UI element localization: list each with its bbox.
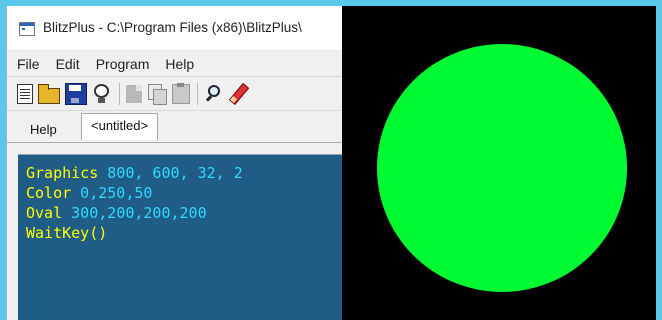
paste-icon[interactable] (172, 82, 190, 104)
menu-bar: File Edit Program Help (7, 51, 343, 77)
window-title: BlitzPlus - C:\Program Files (x86)\Blitz… (43, 20, 302, 35)
code-editor[interactable]: Graphics 800, 600, 32, 2 Color 0,250,50 … (18, 154, 349, 320)
tab-untitled[interactable]: <untitled> (81, 113, 159, 140)
code-keyword: Oval (26, 204, 63, 222)
new-file-icon[interactable] (17, 83, 33, 104)
graphics-output-window (342, 6, 656, 320)
open-folder-icon[interactable] (38, 83, 60, 104)
lightbulb-icon[interactable] (92, 83, 112, 104)
code-args: 800, 600, 32, 2 (98, 164, 243, 182)
title-bar[interactable]: BlitzPlus - C:\Program Files (x86)\Blitz… (7, 6, 343, 51)
copy-icon[interactable] (147, 83, 167, 105)
menu-file[interactable]: File (17, 56, 40, 72)
toolbar (7, 77, 343, 111)
app-icon[interactable] (19, 22, 35, 36)
code-args: 300,200,200,200 (62, 204, 207, 222)
code-keyword: WaitKey() (26, 224, 108, 242)
find-icon[interactable] (204, 84, 224, 104)
cut-icon[interactable] (126, 84, 142, 103)
save-icon[interactable] (65, 82, 87, 105)
code-keyword: Color (26, 184, 72, 202)
code-line: Color 0,250,50 (26, 183, 349, 203)
green-oval (377, 44, 627, 292)
menu-help[interactable]: Help (165, 56, 194, 72)
code-line: Oval 300,200,200,200 (26, 203, 349, 223)
tab-help[interactable]: Help (21, 119, 66, 141)
toolbar-separator (197, 82, 198, 105)
menu-edit[interactable]: Edit (56, 56, 80, 72)
code-line: Graphics 800, 600, 32, 2 (26, 163, 349, 183)
toolbar-separator (119, 82, 120, 105)
code-line: WaitKey() (26, 223, 349, 243)
menu-program[interactable]: Program (96, 56, 150, 72)
tab-bar-divider (7, 142, 343, 143)
code-keyword: Graphics (26, 164, 99, 182)
edit-icon[interactable] (229, 84, 249, 104)
tab-bar: Help <untitled> (7, 111, 343, 143)
code-args: 0,250,50 (71, 184, 153, 202)
